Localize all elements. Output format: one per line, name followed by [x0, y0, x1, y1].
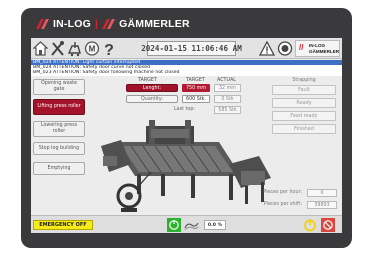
manual-mode-icon[interactable]: M: [84, 40, 100, 57]
strapping-feed-ready-status: Feed ready: [272, 111, 336, 121]
no-entry-icon[interactable]: [277, 40, 293, 57]
cart-icon[interactable]: [67, 40, 82, 57]
speed-icon: [184, 222, 199, 231]
svg-text:?: ?: [104, 42, 114, 57]
help-icon[interactable]: ?: [102, 40, 116, 57]
datetime-display: 2024-01-15 11:06:46 AM: [141, 41, 242, 56]
column-actual: ACTUAL: [217, 78, 236, 83]
message-list[interactable]: BM_024 ATTENTION: Light curtain interrup…: [31, 60, 342, 76]
emergency-off-indicator: EMERGENCY OFF: [33, 220, 93, 230]
lifting-press-roller-button[interactable]: Lifting press roller: [33, 99, 85, 115]
speed-button[interactable]: [184, 218, 199, 232]
brand-header: IN-LOG | GÄMMERLER: [36, 16, 190, 32]
brand-name-left: IN-LOG: [53, 18, 91, 30]
opening-waste-gate-button[interactable]: Opening waste gate: [33, 79, 85, 95]
strapping-title: Strapping: [292, 78, 316, 83]
start-icon: [166, 218, 181, 232]
manufacturer-logo: // IN-LOG GÄMMERLER: [295, 40, 340, 57]
lowering-press-roller-button[interactable]: Lowering press roller: [33, 121, 85, 137]
svg-text:M: M: [89, 45, 96, 54]
quantity-target-value[interactable]: 600 Stk.: [182, 95, 210, 103]
strapping-fault-status: Fault: [272, 85, 336, 95]
length-actual-value: 32 mm: [214, 84, 241, 92]
brand-logo-icon: [36, 19, 49, 29]
bottom-toolbar: EMERGENCY OFF 0.0 %: [31, 215, 342, 233]
brand-name-right: GÄMMERLER: [119, 18, 190, 30]
strapping-ready-status: Ready: [272, 98, 336, 108]
speed-percentage: 0.0 %: [204, 220, 226, 230]
logo-line2: GÄMMERLER: [309, 48, 340, 54]
column-target-2: TARGET: [186, 78, 205, 83]
strapping-finished-status: Finished: [272, 124, 336, 134]
quantity-label-button[interactable]: Quantity:: [126, 95, 178, 103]
message-item[interactable]: BM_023 ATTENTION: Safety door following …: [31, 70, 342, 75]
warning-icon[interactable]: [259, 40, 275, 57]
last-top-value: 585 Stk: [214, 106, 241, 114]
brand-logo-icon-2: [102, 19, 116, 29]
stop-log-building-button[interactable]: Stop log building: [33, 142, 85, 155]
brand-separator: |: [94, 18, 99, 30]
hmi-device: IN-LOG | GÄMMERLER M ? 2024-01-15 11:06:…: [21, 8, 352, 248]
stop-button[interactable]: [320, 218, 335, 232]
pieces-per-shift-value: 39893: [307, 201, 337, 209]
quantity-actual-value: 0 Stk: [214, 95, 241, 103]
length-label-button[interactable]: Lenght:: [126, 84, 178, 92]
power-icon: [303, 219, 316, 232]
logo-mark-icon: //: [299, 43, 304, 52]
top-toolbar: M ? 2024-01-15 11:06:46 AM // IN-LOG GÄM…: [31, 38, 342, 59]
length-target-value[interactable]: 750 mm: [182, 84, 210, 92]
pieces-per-shift-label: Pieces per shift:: [263, 202, 302, 207]
column-target-1: TARGET: [138, 78, 157, 83]
pieces-per-hour-label: Pieces per hour:: [263, 190, 302, 195]
hmi-screen: M ? 2024-01-15 11:06:46 AM // IN-LOG GÄM…: [31, 38, 342, 233]
tools-icon[interactable]: [50, 40, 65, 57]
emptying-button[interactable]: Emptying: [33, 162, 85, 175]
home-icon[interactable]: [33, 40, 48, 57]
power-button[interactable]: [302, 218, 317, 232]
last-top-label: Last top:: [174, 107, 195, 112]
stop-icon: [320, 218, 335, 232]
start-button[interactable]: [166, 218, 181, 232]
machine-illustration: [101, 120, 271, 212]
pieces-per-hour-value: 0: [307, 189, 337, 197]
